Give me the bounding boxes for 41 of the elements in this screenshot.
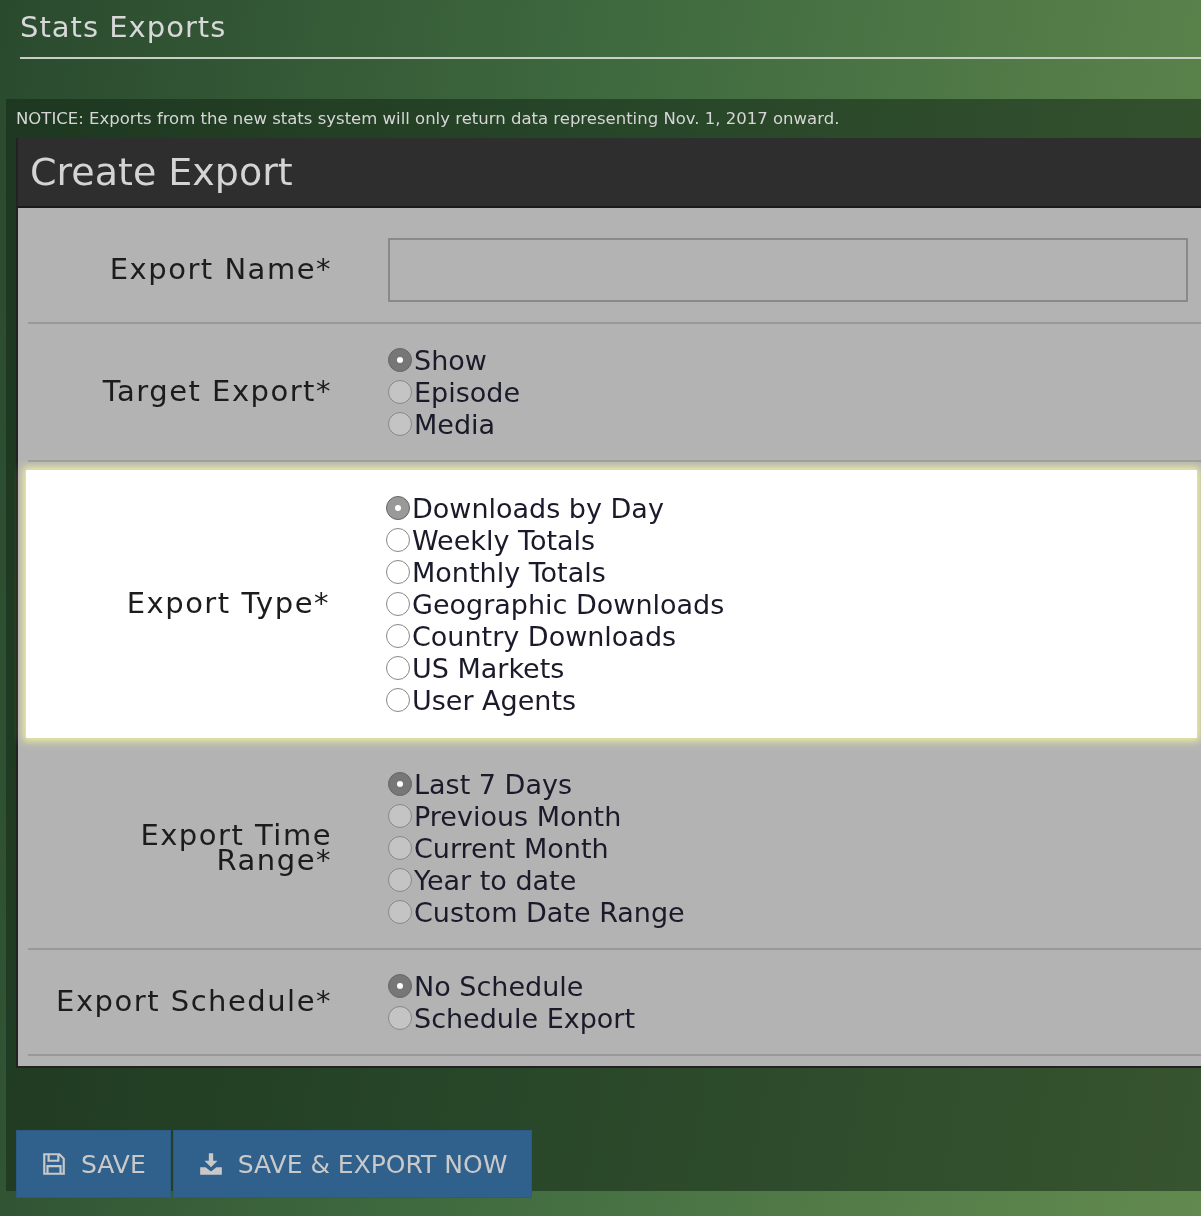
radio-button[interactable] — [388, 380, 412, 404]
radio-label[interactable]: Media — [414, 408, 496, 440]
radio-button[interactable] — [388, 772, 412, 796]
radio-button[interactable] — [388, 412, 412, 436]
radio-label[interactable]: Monthly Totals — [412, 556, 606, 588]
radio-label[interactable]: Current Month — [414, 832, 609, 864]
radio-button[interactable] — [388, 900, 412, 924]
radio-label[interactable]: Schedule Export — [414, 1002, 636, 1034]
page-title: Stats Exports — [20, 10, 1201, 59]
radio-button[interactable] — [388, 974, 412, 998]
download-icon — [197, 1151, 224, 1177]
radio-label[interactable]: Geographic Downloads — [412, 588, 725, 620]
radio-label[interactable]: US Markets — [412, 652, 565, 684]
save-button[interactable]: SAVE — [16, 1130, 171, 1198]
radio-button[interactable] — [388, 868, 412, 892]
save-export-button[interactable]: SAVE & EXPORT NOW — [172, 1130, 533, 1198]
radio-button[interactable] — [386, 496, 410, 520]
export-name-field[interactable] — [388, 238, 1188, 302]
radio-button[interactable] — [386, 688, 410, 712]
radio-button[interactable] — [388, 804, 412, 828]
radio-label[interactable]: Year to date — [414, 864, 577, 896]
radio-label[interactable]: Previous Month — [414, 800, 622, 832]
radio-button[interactable] — [388, 348, 412, 372]
card-title: Create Export — [30, 150, 293, 194]
radio-label[interactable]: Country Downloads — [412, 620, 677, 652]
notice-text: NOTICE: Exports from the new stats system will only return data representing Nov. 1, 2017 onward. — [16, 109, 841, 128]
radio-label[interactable]: No Schedule — [414, 970, 584, 1002]
radio-button[interactable] — [386, 560, 410, 584]
radio-label[interactable]: Downloads by Day — [412, 492, 664, 524]
radio-button[interactable] — [386, 656, 410, 680]
radio-button[interactable] — [386, 624, 410, 648]
radio-label[interactable]: Show — [414, 344, 487, 376]
radio-label[interactable]: Episode — [414, 376, 521, 408]
radio-button[interactable] — [388, 836, 412, 860]
radio-label[interactable]: Weekly Totals — [412, 524, 596, 556]
radio-label[interactable]: Custom Date Range — [414, 896, 685, 928]
radio-button[interactable] — [386, 528, 410, 552]
radio-button[interactable] — [386, 592, 410, 616]
radio-label[interactable]: User Agents — [412, 684, 577, 716]
radio-button[interactable] — [388, 1006, 412, 1030]
radio-label[interactable]: Last 7 Days — [414, 768, 572, 800]
